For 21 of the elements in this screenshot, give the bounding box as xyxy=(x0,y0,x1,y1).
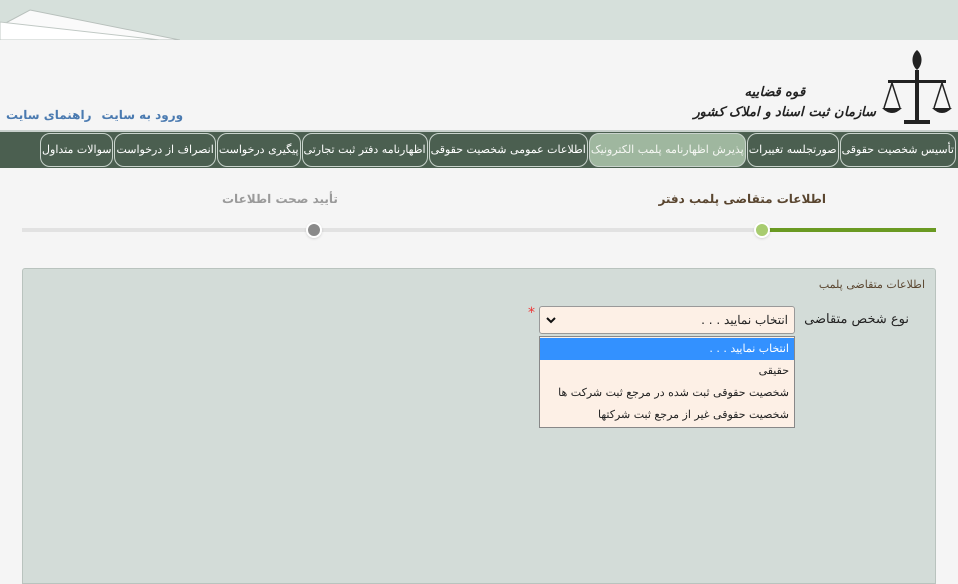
step-label: اطلاعات متقاضی پلمب دفتر xyxy=(658,191,826,208)
nav-tab[interactable]: سوالات متداول xyxy=(40,133,114,167)
nav-tab[interactable]: انصراف از درخواست xyxy=(114,133,216,167)
nav-tab[interactable]: صورتجلسه تغییرات xyxy=(746,133,839,167)
nav-tab[interactable]: اظهارنامه دفتر ثبت تجارتی xyxy=(302,133,428,167)
panel-title: اطلاعات متقاضی پلمب xyxy=(818,277,925,293)
nav-tab[interactable]: تأسیس شخصیت حقوقی xyxy=(840,133,956,167)
logo-title: قوه قضاییه xyxy=(744,84,805,102)
header-link[interactable]: راهنمای سایت xyxy=(6,106,92,124)
chevron-down-icon xyxy=(546,316,556,324)
step-label: تأیید صحت اطلاعات xyxy=(222,190,338,208)
nav-tab[interactable]: پیگیری درخواست xyxy=(216,133,301,167)
dropdown-option[interactable]: شخصیت حقوقی غیر از مرجع ثبت شرکتها xyxy=(540,404,794,426)
dropdown-option[interactable]: حقیقی xyxy=(540,360,794,382)
applicant-type-select[interactable]: انتخاب نمایید . . . xyxy=(539,306,795,334)
nav-tab[interactable]: اطلاعات عمومی شخصیت حقوقی xyxy=(428,133,588,167)
field-label: نوع شخص متقاضی xyxy=(803,310,910,328)
dropdown-option[interactable]: شخصیت حقوقی ثبت شده در مرجع ثبت شرکت ها xyxy=(540,382,794,404)
logo-subtitle: سازمان ثبت اسناد و املاک کشور xyxy=(693,104,876,122)
header-link[interactable]: ورود به سایت xyxy=(101,106,184,124)
required-mark: * xyxy=(528,306,535,320)
